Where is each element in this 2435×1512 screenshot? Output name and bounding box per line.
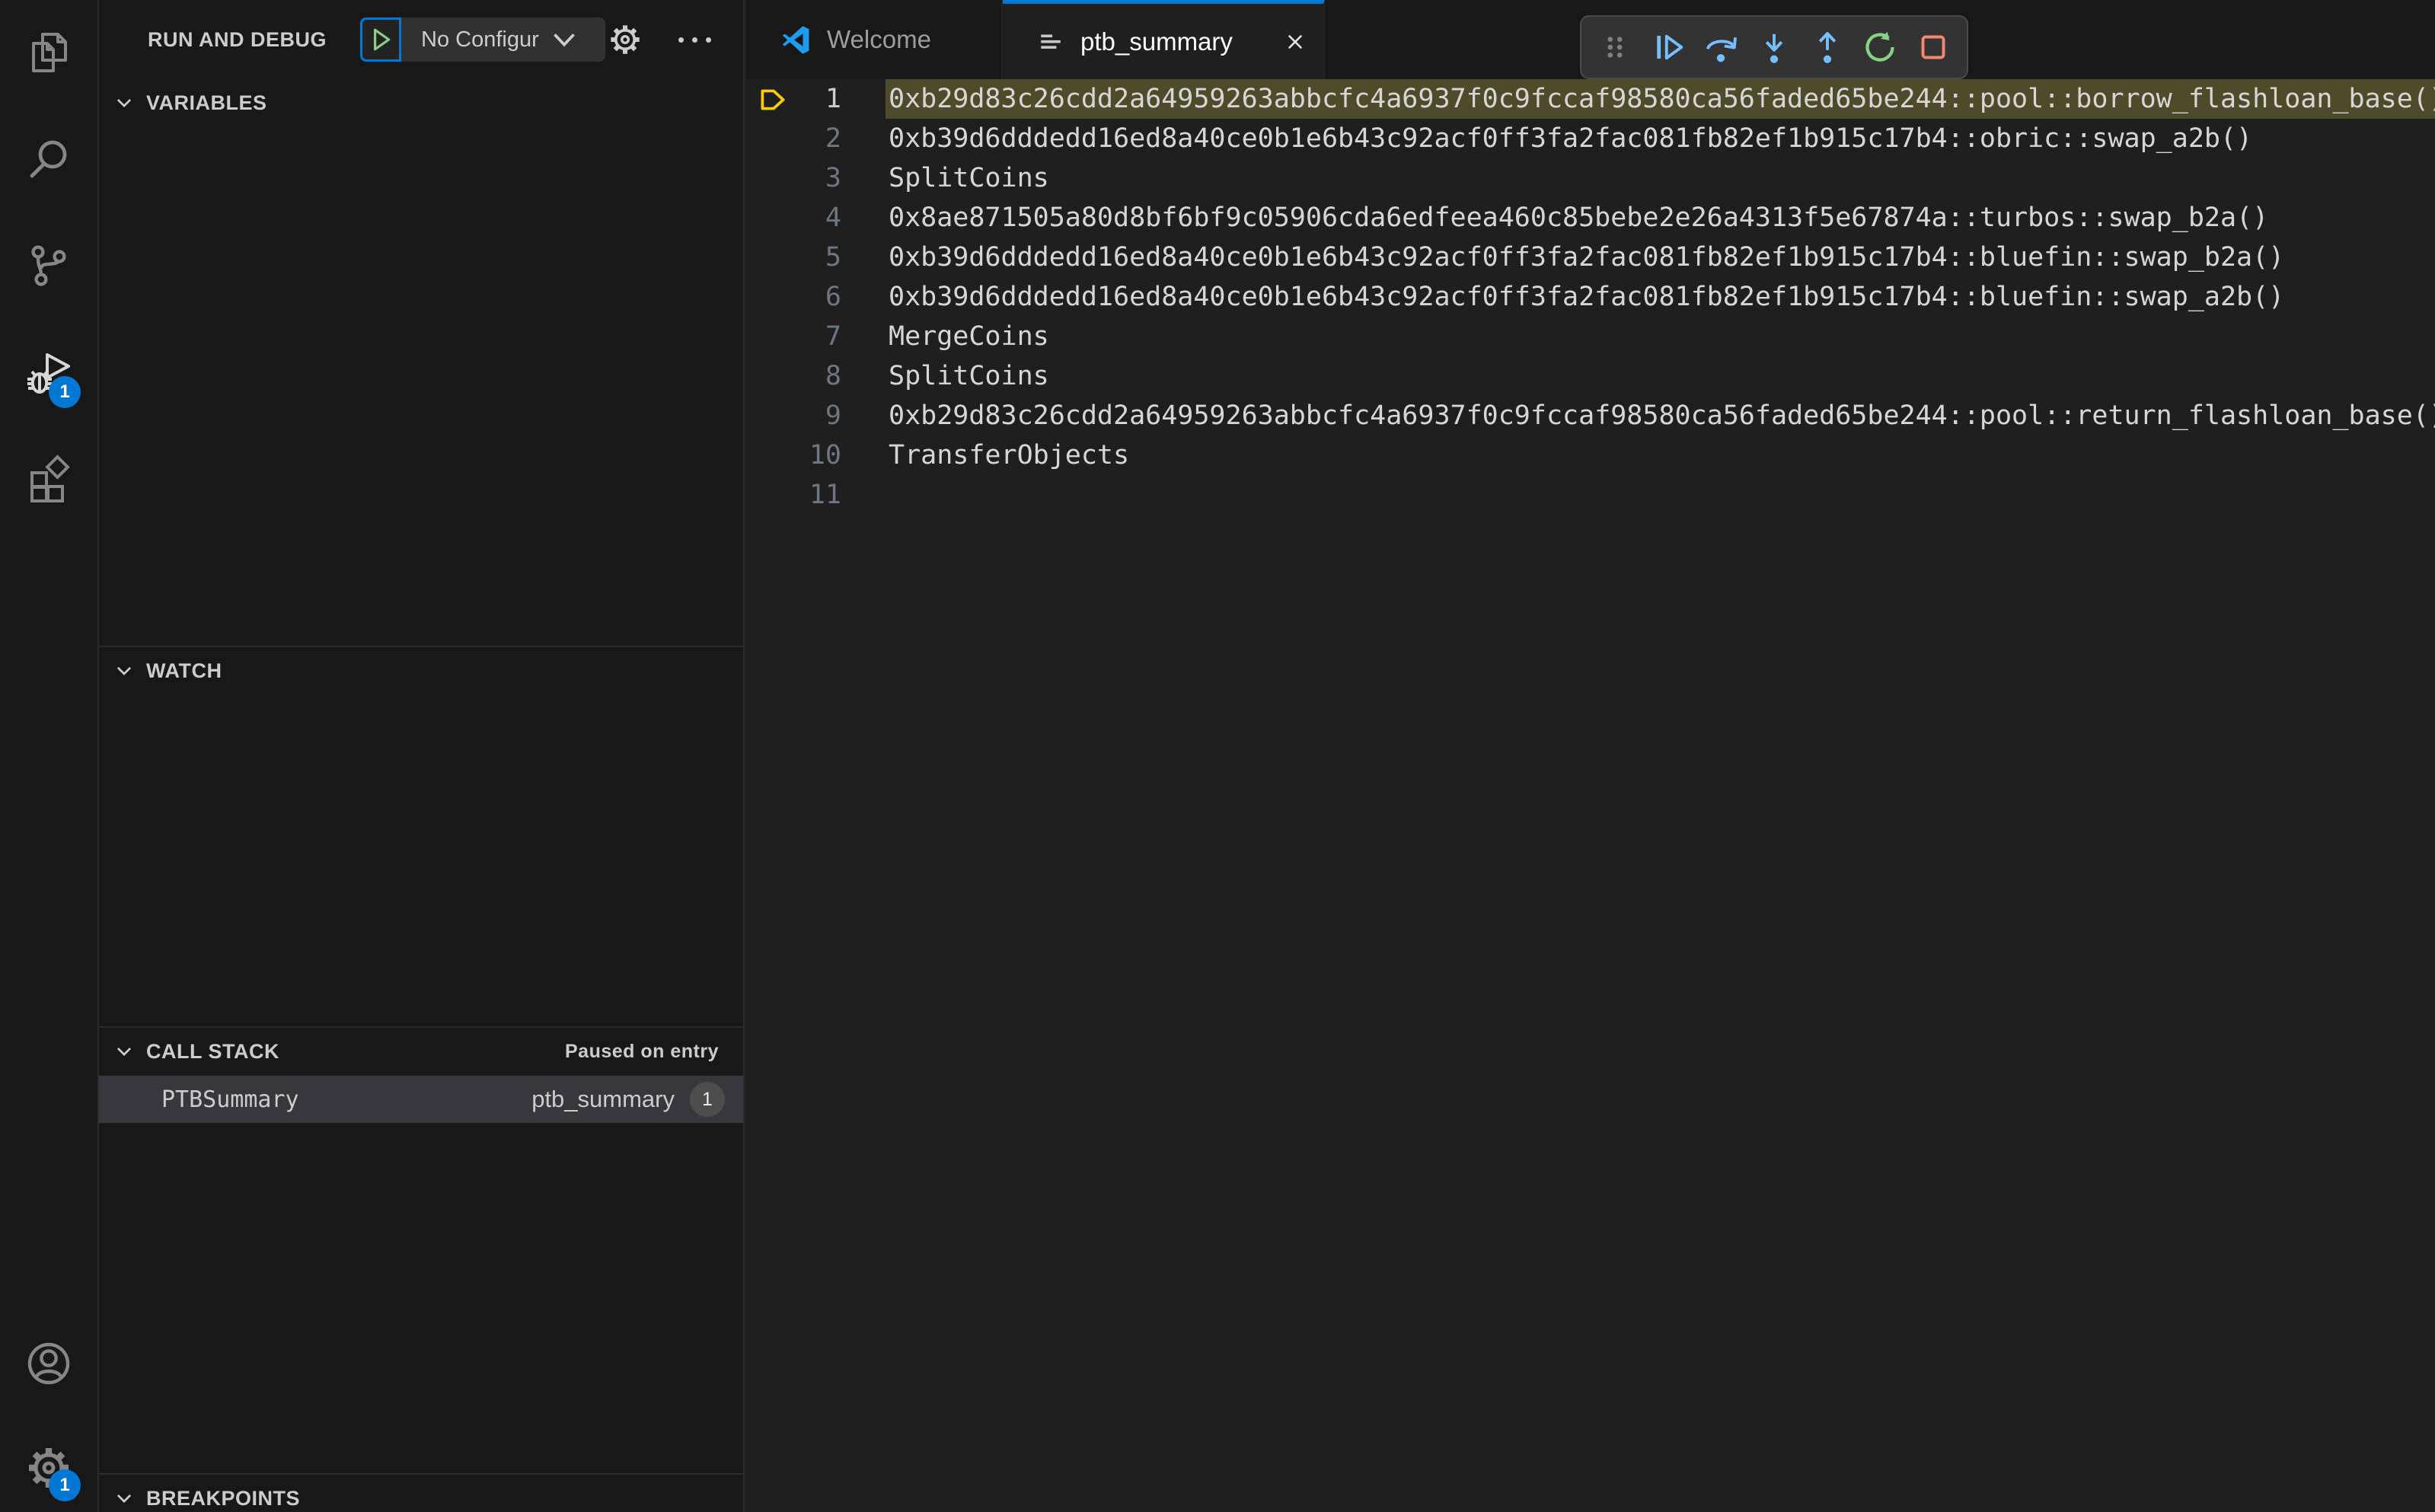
line-number: 3 [825,163,841,193]
code-line[interactable]: 9 0xb29d83c26cdd2a64959263abbcfc4a6937f0c… [746,396,2435,435]
editor-gutter[interactable]: 3 [746,158,886,198]
chevron-down-icon [114,93,134,113]
section-call-stack[interactable]: CALL STACK Paused on entry [99,1028,743,1075]
line-number: 11 [809,480,841,510]
explorer-icon[interactable] [24,28,73,77]
line-number: 6 [825,282,841,312]
settings-gear-icon[interactable]: 1 [24,1443,81,1501]
tab-ptb-summary[interactable]: ptb_summary [1003,0,1325,79]
stop-button[interactable] [1912,26,1955,69]
restart-button[interactable] [1859,26,1901,69]
line-number: 8 [825,361,841,391]
section-breakpoints[interactable]: BREAKPOINTS [99,1475,743,1512]
code-text[interactable]: 0xb39d6dddedd16ed8a40ce0b1e6b43c92acf0ff… [886,238,2435,277]
close-icon[interactable] [1284,30,1307,53]
editor-gutter[interactable]: 8 [746,356,886,396]
section-breakpoints-label: BREAKPOINTS [146,1486,301,1510]
list-file-icon [1038,29,1064,55]
code-text-current-line[interactable]: 0xb29d83c26cdd2a64959263abbcfc4a6937f0c9… [886,79,2435,119]
account-icon[interactable] [24,1339,73,1388]
code-line[interactable]: 4 0x8ae871505a80d8bf6bf9c05906cda6edfeea4… [746,198,2435,238]
step-out-button[interactable] [1806,26,1849,69]
section-watch[interactable]: WATCH [99,647,743,694]
configuration-dropdown-label: No Configur [421,27,539,52]
code-line[interactable]: 1 0xb29d83c26cdd2a64959263abbcfc4a6937f0c… [746,79,2435,119]
code-lines[interactable]: 1 0xb29d83c26cdd2a64959263abbcfc4a6937f0c… [746,79,2435,515]
code-text[interactable]: 0xb29d83c26cdd2a64959263abbcfc4a6937f0c9… [886,396,2435,435]
extensions-icon[interactable] [24,454,73,502]
section-variables-label: VARIABLES [146,91,267,114]
code-line[interactable]: 6 0xb39d6dddedd16ed8a40ce0b1e6b43c92acf0f… [746,277,2435,317]
editor-gutter[interactable]: 1 [746,79,886,119]
search-icon[interactable] [24,136,73,184]
line-number: 9 [825,400,841,431]
tab-welcome[interactable]: Welcome [746,0,1003,79]
vscode-logo-icon [781,25,810,54]
more-actions-icon[interactable] [672,21,717,58]
section-variables[interactable]: VARIABLES [99,79,743,126]
settings-badge: 1 [49,1469,81,1501]
drag-handle-icon[interactable] [1594,26,1636,69]
code-text[interactable]: SplitCoins [886,158,2435,198]
section-call-stack-label: CALL STACK [146,1039,279,1063]
code-text[interactable]: MergeCoins [886,317,2435,356]
tab-welcome-label: Welcome [827,25,931,53]
debug-stackframe-arrow-icon [761,89,785,110]
activity-bar: 1 1 [0,0,99,1512]
stack-frame-source: ptb_summary [531,1086,675,1112]
editor-gutter[interactable]: 7 [746,317,886,356]
editor-gutter[interactable]: 11 [746,475,886,515]
editor-gutter[interactable]: 9 [746,396,886,435]
code-line[interactable]: 11 [746,475,2435,515]
stack-frame-name: PTBSummary [161,1086,299,1113]
code-text[interactable] [886,475,2435,515]
code-line[interactable]: 3 SplitCoins [746,158,2435,198]
stack-frame-badge: 1 [690,1082,725,1117]
step-over-button[interactable] [1699,26,1742,69]
editor-gutter[interactable]: 5 [746,238,886,277]
step-into-button[interactable] [1753,26,1795,69]
run-and-debug-sidebar: RUN AND DEBUG No Configur VARIABLES WATC… [99,0,745,1512]
editor-gutter[interactable]: 4 [746,198,886,238]
code-line[interactable]: 10 TransferObjects [746,435,2435,475]
line-number: 1 [825,84,841,114]
code-line[interactable]: 8 SplitCoins [746,356,2435,396]
chevron-down-icon [114,1488,134,1508]
code-line[interactable]: 7 MergeCoins [746,317,2435,356]
source-control-icon[interactable] [24,241,73,290]
editor-gutter[interactable]: 6 [746,277,886,317]
code-text[interactable]: 0xb39d6dddedd16ed8a40ce0b1e6b43c92acf0ff… [886,277,2435,317]
tab-ptb-summary-label: ptb_summary [1080,27,1233,56]
editor-gutter[interactable]: 10 [746,435,886,475]
chevron-down-icon [114,1041,134,1061]
chevron-down-icon [553,32,576,47]
code-text[interactable]: SplitCoins [886,356,2435,396]
configuration-dropdown[interactable]: No Configur [401,18,605,62]
vscode-window: 1 1 RUN AND DEBUG No Configur VARIABLES … [0,0,2435,1512]
continue-button[interactable] [1647,26,1690,69]
line-number: 5 [825,242,841,273]
sidebar-title: RUN AND DEBUG [148,27,327,51]
stack-frame-row[interactable]: PTBSummary ptb_summary 1 [99,1076,743,1123]
line-number: 4 [825,203,841,233]
debug-badge: 1 [49,376,81,408]
start-debugging-button[interactable] [360,18,401,62]
debug-toolbar [1580,15,1968,79]
call-stack-status: Paused on entry [565,1040,719,1062]
chevron-down-icon [114,661,134,681]
line-number: 2 [825,123,841,154]
line-number: 10 [809,440,841,471]
code-text[interactable]: 0x8ae871505a80d8bf6bf9c05906cda6edfeea46… [886,198,2435,238]
section-watch-label: WATCH [146,659,222,682]
debug-settings-gear-icon[interactable] [608,22,643,57]
code-line[interactable]: 2 0xb39d6dddedd16ed8a40ce0b1e6b43c92acf0f… [746,119,2435,158]
editor-area: Welcome ptb_summary 1 0xb29d83c26cdd2a64… [746,0,2435,1512]
code-text[interactable]: TransferObjects [886,435,2435,475]
editor-gutter[interactable]: 2 [746,119,886,158]
line-number: 7 [825,321,841,352]
launch-control: No Configur [360,18,605,62]
code-line[interactable]: 5 0xb39d6dddedd16ed8a40ce0b1e6b43c92acf0f… [746,238,2435,277]
code-text[interactable]: 0xb39d6dddedd16ed8a40ce0b1e6b43c92acf0ff… [886,119,2435,158]
run-and-debug-icon[interactable]: 1 [24,350,81,408]
